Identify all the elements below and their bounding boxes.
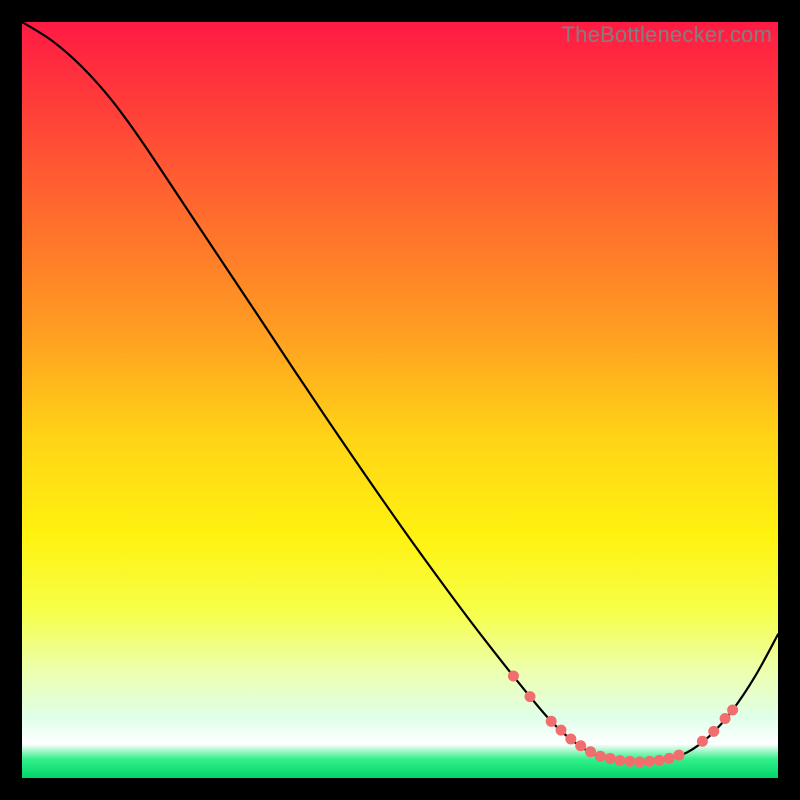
chart-svg [22, 22, 778, 778]
data-marker [644, 756, 655, 767]
data-marker [508, 670, 519, 681]
data-marker [664, 753, 675, 764]
data-marker [727, 704, 738, 715]
data-marker [720, 713, 731, 724]
data-marker [556, 725, 567, 736]
data-marker [634, 756, 645, 767]
data-marker [673, 750, 684, 761]
watermark-text: TheBottlenecker.com [562, 22, 772, 48]
data-marker [605, 753, 616, 764]
data-marker [595, 751, 606, 762]
chart-background [22, 22, 778, 778]
data-marker [585, 746, 596, 757]
data-marker [575, 740, 586, 751]
data-marker [654, 755, 665, 766]
data-marker [565, 733, 576, 744]
data-marker [615, 755, 626, 766]
data-marker [624, 756, 635, 767]
data-marker [708, 726, 719, 737]
data-marker [697, 736, 708, 747]
data-marker [546, 716, 557, 727]
chart-frame: TheBottlenecker.com [22, 22, 778, 778]
data-marker [525, 691, 536, 702]
